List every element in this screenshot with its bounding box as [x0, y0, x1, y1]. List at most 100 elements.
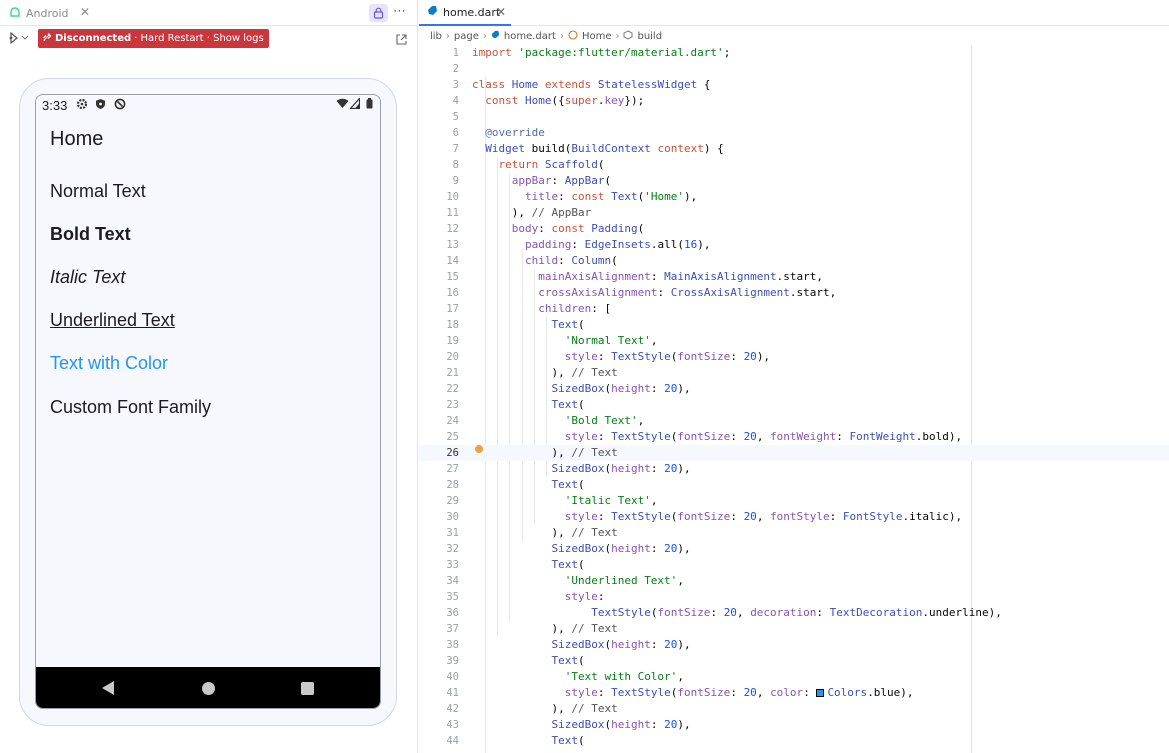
code-line[interactable]: 30 style: TextStyle(fontSize: 20, fontSt… [419, 509, 1169, 525]
device-screen[interactable]: 3:33 Home Normal Text Bold Text Italic T… [35, 94, 381, 709]
line-number: 14 [446, 255, 459, 267]
app-bar-title: Home [50, 128, 104, 150]
code-line[interactable]: 29 'Italic Text', [419, 493, 1169, 509]
code-line[interactable]: 20 style: TextStyle(fontSize: 20), [419, 349, 1169, 365]
code-text: TextStyle(fontSize: 20, decoration: Text… [591, 606, 1002, 619]
lightbulb-icon[interactable] [475, 445, 483, 453]
code-line[interactable]: 3 class Home extends StatelessWidget { [419, 77, 1169, 93]
code-line[interactable]: 18 Text( [419, 317, 1169, 333]
code-line[interactable]: 15 mainAxisAlignment: MainAxisAlignment.… [419, 269, 1169, 285]
breadcrumb-file[interactable]: home.dart [504, 31, 556, 42]
code-text: 'Normal Text', [564, 334, 658, 347]
back-icon[interactable] [102, 681, 114, 695]
close-icon[interactable]: ✕ [496, 5, 506, 19]
line-number: 42 [446, 703, 459, 715]
more-options-icon[interactable]: ⋯ [393, 4, 406, 19]
code-line[interactable]: 42 ), // Text [419, 701, 1169, 717]
tab-android[interactable]: Android ✕ [0, 0, 97, 26]
code-line[interactable]: 39 Text( [419, 653, 1169, 669]
code-line[interactable]: 36 TextStyle(fontSize: 20, decoration: T… [419, 605, 1169, 621]
line-number: 19 [446, 335, 459, 347]
line-number: 17 [446, 303, 459, 315]
line-number: 35 [446, 591, 459, 603]
recents-icon[interactable] [301, 682, 314, 695]
code-text: style: TextStyle(fontSize: 20, fontStyle… [564, 510, 963, 523]
code-text: Text( [551, 654, 585, 667]
code-line[interactable]: 14 child: Column( [419, 253, 1169, 269]
line-number: 3 [452, 79, 459, 91]
code-line[interactable]: 28 Text( [419, 477, 1169, 493]
code-line[interactable]: 43 SizedBox(height: 20), [419, 717, 1169, 733]
open-external-icon[interactable] [395, 31, 408, 45]
code-line[interactable]: 38 SizedBox(height: 20), [419, 637, 1169, 653]
code-line[interactable]: 34 'Underlined Text', [419, 573, 1169, 589]
code-area[interactable]: 1 import 'package:flutter/material.dart';… [419, 45, 1169, 753]
code-line[interactable]: 41 style: TextStyle(fontSize: 20, color:… [419, 685, 1169, 701]
code-line[interactable]: 25 style: TextStyle(fontSize: 20, fontWe… [419, 429, 1169, 445]
code-line[interactable]: 26 ), // Text [419, 445, 1169, 461]
line-number: 8 [452, 159, 459, 171]
code-line[interactable]: 40 'Text with Color', [419, 669, 1169, 685]
code-line[interactable]: 21 ), // Text [419, 365, 1169, 381]
device-nav-bar [36, 667, 380, 708]
line-number: 11 [446, 207, 459, 219]
chevron-right-icon: › [445, 30, 450, 42]
code-line[interactable]: 2 [419, 61, 1169, 77]
close-icon[interactable]: ✕ [80, 5, 90, 19]
code-line[interactable]: 32 SizedBox(height: 20), [419, 541, 1169, 557]
breadcrumb-class[interactable]: Home [582, 31, 612, 42]
home-icon[interactable] [202, 682, 215, 695]
code-line[interactable]: 35 style: [419, 589, 1169, 605]
code-line[interactable]: 19 'Normal Text', [419, 333, 1169, 349]
breadcrumb-page[interactable]: page [454, 31, 479, 42]
code-text: padding: EdgeInsets.all(16), [524, 238, 711, 251]
code-line[interactable]: 22 SizedBox(height: 20), [419, 381, 1169, 397]
code-line[interactable]: 13 padding: EdgeInsets.all(16), [419, 237, 1169, 253]
code-line[interactable]: 23 Text( [419, 397, 1169, 413]
normal-text: Normal Text [50, 181, 146, 201]
line-number: 25 [446, 431, 459, 443]
breadcrumb-lib[interactable]: lib [430, 31, 442, 42]
code-text: class Home extends StatelessWidget { [472, 78, 711, 91]
code-line[interactable]: 44 Text( [419, 733, 1169, 749]
code-line[interactable]: 4 const Home({super.key}); [419, 93, 1169, 109]
code-line[interactable]: 27 SizedBox(height: 20), [419, 461, 1169, 477]
line-number: 30 [446, 511, 459, 523]
color-swatch-icon[interactable] [816, 689, 825, 697]
line-number: 37 [446, 623, 459, 635]
code-text: @override [485, 126, 545, 139]
code-line[interactable]: 11 ), // AppBar [419, 205, 1169, 221]
breadcrumb: lib › page › home.dart › Home › build [430, 28, 662, 44]
code-line[interactable]: 7 Widget build(BuildContext context) { [419, 141, 1169, 157]
code-line[interactable]: 17 children: [ [419, 301, 1169, 317]
code-line[interactable]: 12 body: const Padding( [419, 221, 1169, 237]
code-text: Text( [551, 558, 585, 571]
code-line[interactable]: 10 title: const Text('Home'), [419, 189, 1169, 205]
code-text: ), // Text [472, 622, 618, 635]
code-line[interactable]: 8 return Scaffold( [419, 157, 1169, 173]
code-line[interactable]: 6 @override [419, 125, 1169, 141]
line-number: 6 [452, 127, 459, 139]
code-line[interactable]: 16 crossAxisAlignment: CrossAxisAlignmen… [419, 285, 1169, 301]
lock-icon[interactable] [369, 4, 388, 22]
breadcrumb-method[interactable]: build [637, 31, 662, 42]
device-selector-icon[interactable] [8, 31, 30, 48]
tab-home-dart[interactable]: home.dart ✕ [419, 0, 511, 26]
code-line[interactable]: 24 'Bold Text', [419, 413, 1169, 429]
code-line[interactable]: 37 ), // Text [419, 621, 1169, 637]
line-number: 26 [446, 447, 459, 459]
line-number: 31 [446, 527, 459, 539]
dart-icon [491, 30, 500, 42]
code-line[interactable]: 9 appBar: AppBar( [419, 173, 1169, 189]
code-line[interactable]: 1 import 'package:flutter/material.dart'; [419, 45, 1169, 61]
code-line[interactable]: 33 Text( [419, 557, 1169, 573]
code-line[interactable]: 5 [419, 109, 1169, 125]
line-number: 16 [446, 287, 459, 299]
code-text: Text( [551, 398, 585, 411]
signal-icon [349, 96, 361, 112]
badge-actions[interactable]: · Hard Restart · Show logs [134, 33, 264, 44]
code-text: 'Italic Text', [564, 494, 658, 507]
code-line[interactable]: 31 ), // Text [419, 525, 1169, 541]
connection-state: Disconnected [55, 33, 132, 44]
status-badge[interactable]: Disconnected · Hard Restart · Show logs [38, 29, 269, 48]
